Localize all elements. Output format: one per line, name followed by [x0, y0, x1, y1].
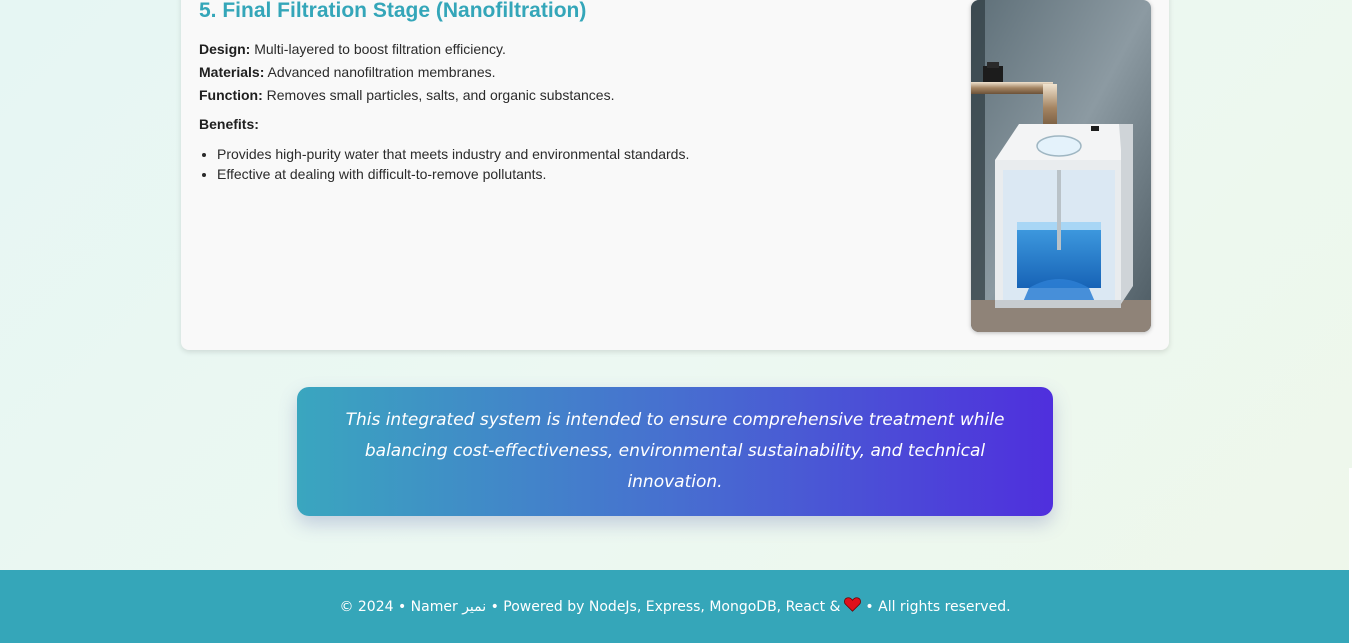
benefits-list: Provides high-purity water that meets in… — [199, 144, 959, 184]
stage-card: 5. Final Filtration Stage (Nanofiltratio… — [181, 0, 1169, 350]
footer-text-start: © 2024 • Namer نمير • Powered by NodeJs,… — [339, 598, 841, 615]
function-line: Function: Removes small particles, salts… — [199, 84, 959, 107]
design-value: Multi-layered to boost filtration effici… — [250, 41, 506, 57]
summary-banner: This integrated system is intended to en… — [297, 387, 1053, 516]
footer-text-end: • All rights reserved. — [865, 598, 1011, 615]
benefit-item: Provides high-purity water that meets in… — [217, 144, 959, 164]
nanofiltration-unit-image — [971, 0, 1151, 332]
summary-text: This integrated system is intended to en… — [345, 410, 1005, 492]
stage-details: 5. Final Filtration Stage (Nanofiltratio… — [199, 0, 959, 184]
stage-title: 5. Final Filtration Stage (Nanofiltratio… — [199, 0, 587, 22]
benefit-item: Effective at dealing with difficult-to-r… — [217, 164, 959, 184]
site-footer: © 2024 • Namer نمير • Powered by NodeJs,… — [0, 570, 1350, 643]
design-line: Design: Multi-layered to boost filtratio… — [199, 38, 959, 61]
heart-icon — [844, 597, 862, 616]
design-label: Design: — [199, 41, 251, 57]
function-value: Removes small particles, salts, and orga… — [262, 87, 615, 103]
materials-line: Materials: Advanced nanofiltration membr… — [199, 61, 959, 84]
materials-value: Advanced nanofiltration membranes. — [264, 64, 496, 80]
materials-label: Materials: — [199, 64, 265, 80]
function-label: Function: — [199, 87, 263, 103]
benefits-heading: Benefits: — [199, 116, 259, 132]
